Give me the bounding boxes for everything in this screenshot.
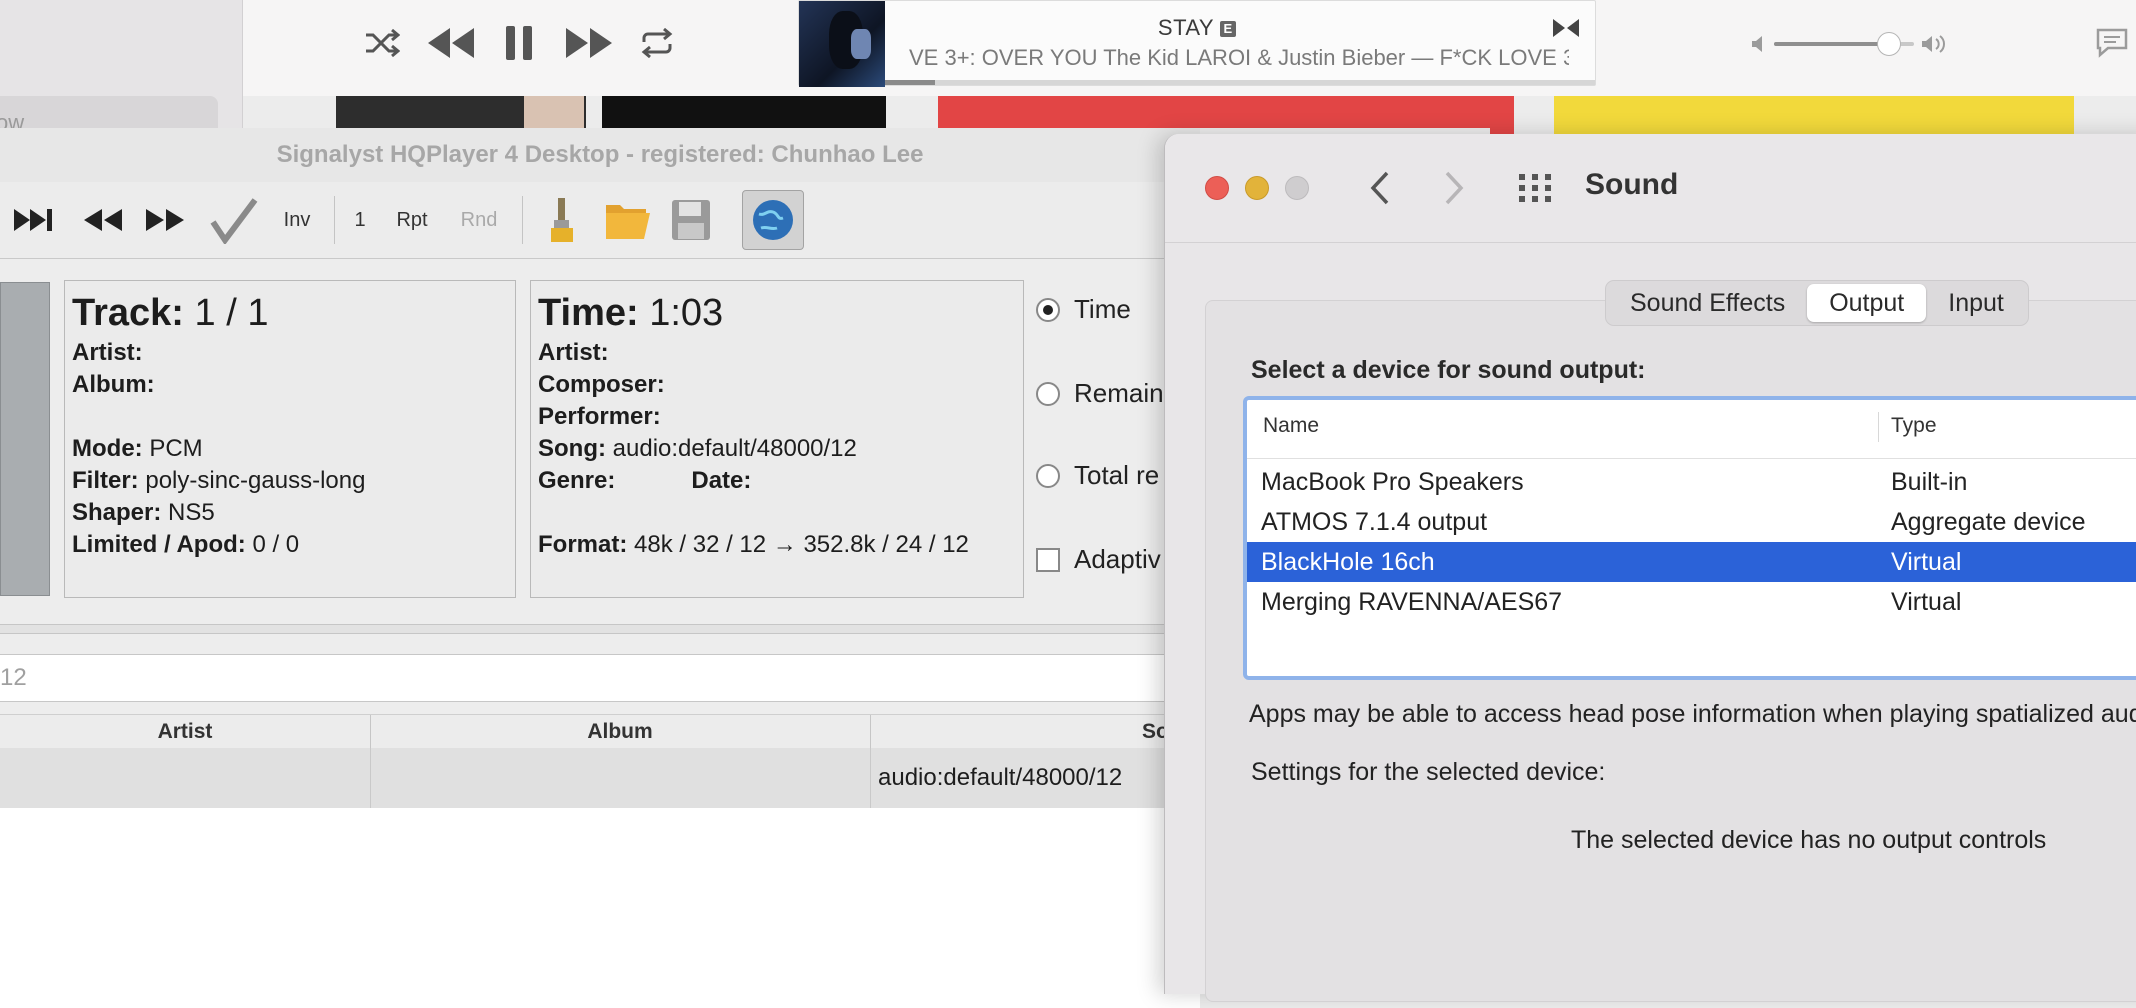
- song-title: STAY E: [799, 15, 1595, 41]
- remain-radio[interactable]: Remain: [1036, 378, 1164, 409]
- volume-knob[interactable]: [1876, 32, 1901, 56]
- row-artist-cell: [0, 748, 371, 808]
- track-number: 1 / 1: [194, 292, 269, 334]
- tab-output[interactable]: Output: [1807, 284, 1927, 322]
- window-title: Sound: [1585, 168, 1679, 201]
- back-chevron-icon[interactable]: [1369, 170, 1391, 211]
- rewind-icon[interactable]: [426, 26, 476, 60]
- album-art-placeholder: [0, 282, 50, 596]
- volume-slider[interactable]: [1750, 32, 1950, 56]
- hqplayer-toolbar: Inv 1 Rpt Rnd: [0, 182, 1200, 259]
- select-device-label: Select a device for sound output:: [1251, 356, 1646, 384]
- window-titlebar: Sound: [1165, 134, 2136, 243]
- close-button[interactable]: [1205, 176, 1229, 200]
- album-cover[interactable]: [1554, 96, 2074, 136]
- head-pose-note: Apps may be able to access head pose inf…: [1249, 700, 2136, 728]
- time-radio[interactable]: Time: [1036, 294, 1131, 325]
- limited-apod-value: 0 / 0: [252, 531, 300, 558]
- playlist-search-input[interactable]: 12: [0, 654, 1200, 702]
- volume-low-icon: [1752, 36, 1762, 52]
- explicit-badge: E: [1220, 21, 1237, 37]
- device-row[interactable]: BlackHole 16ch Virtual: [1247, 542, 2136, 582]
- column-type[interactable]: Type: [1891, 414, 1937, 438]
- save-disk-icon[interactable]: [666, 182, 716, 258]
- rewind-icon[interactable]: [78, 182, 128, 258]
- invert-button[interactable]: Inv: [276, 182, 318, 258]
- splitter[interactable]: [0, 624, 1200, 634]
- airplay-icon[interactable]: [1551, 17, 1581, 44]
- settings-label: Settings for the selected device:: [1251, 758, 1606, 786]
- playback-progress[interactable]: [885, 80, 1595, 85]
- shuffle-icon[interactable]: [364, 28, 400, 58]
- album-art-image: [799, 1, 885, 87]
- show-all-grid-icon[interactable]: [1517, 172, 1553, 209]
- sound-preferences-window: Sound Sound Effects Output Input Select …: [1164, 134, 2136, 1002]
- table-row[interactable]: audio:default/48000/12: [0, 748, 1200, 808]
- forward-chevron-icon[interactable]: [1443, 170, 1465, 211]
- column-artist[interactable]: Artist: [0, 715, 371, 749]
- minimize-button[interactable]: [1245, 176, 1269, 200]
- toolbar-divider: [522, 196, 523, 244]
- row-album-cell: [370, 748, 871, 808]
- tab-sound-effects[interactable]: Sound Effects: [1608, 284, 1807, 322]
- device-list-header: Name Type: [1247, 400, 2136, 459]
- window-title: Signalyst HQPlayer 4 Desktop - registere…: [0, 128, 1200, 183]
- fast-forward-icon[interactable]: [140, 182, 190, 258]
- playlist-empty-area: [0, 808, 1200, 1008]
- device-row[interactable]: ATMOS 7.1.4 output Aggregate device: [1247, 502, 2136, 542]
- volume-high-icon: [1922, 35, 1945, 53]
- adaptive-checkbox[interactable]: Adaptiv: [1036, 544, 1161, 575]
- skip-to-end-icon[interactable]: [8, 182, 58, 258]
- checkmark-icon[interactable]: [206, 182, 262, 258]
- repeat-button[interactable]: Rpt: [388, 182, 436, 258]
- filter-value: poly-sinc-gauss-long: [145, 467, 366, 494]
- no-output-controls-message: The selected device has no output contro…: [1571, 826, 2047, 854]
- network-globe-icon[interactable]: [742, 190, 804, 250]
- repeat-icon[interactable]: [640, 28, 674, 58]
- device-row[interactable]: Merging RAVENNA/AES67 Virtual: [1247, 582, 2136, 622]
- toolbar-divider: [334, 196, 335, 244]
- output-device-list[interactable]: Name Type MacBook Pro Speakers Built-in A…: [1243, 396, 2136, 680]
- playlist-header: Artist Album So: [0, 714, 1200, 750]
- shaper-value: NS5: [168, 499, 215, 526]
- sidebar-selected-row[interactable]: ow: [0, 96, 218, 135]
- device-row[interactable]: MacBook Pro Speakers Built-in: [1247, 462, 2136, 502]
- tab-input[interactable]: Input: [1926, 284, 2026, 322]
- time-info-panel: Time: 1:03 Artist: Composer: Performer: …: [530, 280, 1024, 598]
- one-button[interactable]: 1: [350, 182, 370, 258]
- song-value: audio:default/48000/12: [612, 435, 857, 462]
- mode-value: PCM: [149, 435, 203, 462]
- now-playing-panel: STAY E VE 3+: OVER YOU The Kid LAROI & Ju…: [798, 0, 1596, 87]
- music-sidebar: ow: [0, 0, 243, 135]
- track-info-panel: Track: 1 / 1 Artist: Album: Mode: PCM Fi…: [64, 280, 516, 598]
- sound-tabs: Sound Effects Output Input: [1605, 280, 2029, 326]
- column-name[interactable]: Name: [1263, 414, 1319, 438]
- random-button[interactable]: Rnd: [456, 182, 502, 258]
- fast-forward-icon[interactable]: [564, 26, 614, 60]
- column-album[interactable]: Album: [370, 715, 871, 749]
- zoom-button[interactable]: [1285, 176, 1309, 200]
- pause-icon[interactable]: [504, 24, 534, 62]
- format-value: 48k / 32 / 12 → 352.8k / 24 / 12: [634, 531, 969, 558]
- time-value: 1:03: [649, 292, 724, 334]
- song-subtitle: VE 3+: OVER YOU The Kid LAROI & Justin B…: [909, 45, 1569, 70]
- brush-icon[interactable]: [540, 182, 584, 258]
- lyrics-icon[interactable]: [2094, 26, 2130, 58]
- folder-open-icon[interactable]: [602, 182, 654, 258]
- total-remain-radio[interactable]: Total re: [1036, 460, 1159, 491]
